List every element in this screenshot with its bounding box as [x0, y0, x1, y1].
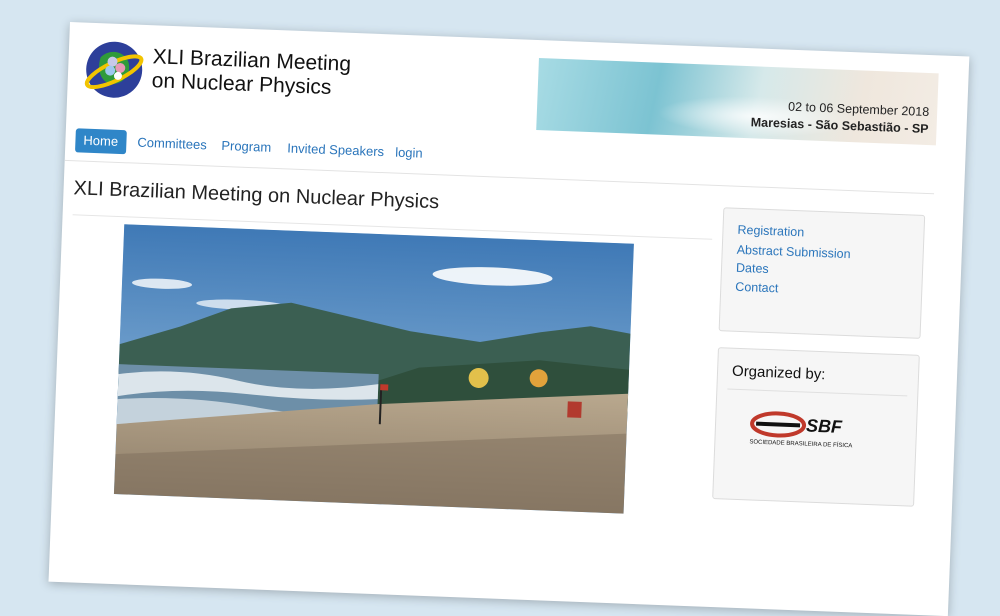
sidebar-link-contact[interactable]: Contact [735, 280, 779, 296]
sidebar-links-panel: Registration Abstract Submission Dates C… [718, 207, 926, 339]
organizer-panel: Organized by: SBF SOCIEDADE BRASILEIRA D… [712, 347, 920, 507]
page-title: XLI Brazilian Meeting on Nuclear Physics [73, 177, 440, 214]
header-banner: 02 to 06 September 2018 Maresias - São S… [536, 58, 939, 146]
sidebar-link-abstract-submission[interactable]: Abstract Submission [736, 243, 850, 261]
sbf-logo-text: SBF [806, 416, 844, 437]
site-title[interactable]: XLI Brazilian Meeting on Nuclear Physics [151, 45, 351, 101]
nav-committees[interactable]: Committees [129, 130, 215, 157]
beach-photo [113, 224, 634, 514]
web-page: XLI Brazilian Meeting on Nuclear Physics… [48, 22, 970, 616]
sidebar-link-dates[interactable]: Dates [736, 261, 769, 276]
nav-login[interactable]: login [387, 140, 431, 166]
globe-atom-logo-icon[interactable] [81, 37, 147, 103]
sbf-logo-icon[interactable]: SBF SOCIEDADE BRASILEIRA DE FÍSICA [745, 407, 876, 452]
nav-invited-speakers[interactable]: Invited Speakers [279, 136, 393, 164]
nav-home[interactable]: Home [75, 128, 127, 155]
organizer-title: Organized by: [731, 362, 826, 384]
sidebar-link-registration[interactable]: Registration [737, 223, 804, 240]
organizer-divider [727, 388, 908, 397]
sbf-logo-subtext: SOCIEDADE BRASILEIRA DE FÍSICA [749, 438, 852, 449]
nav-program[interactable]: Program [213, 134, 280, 161]
